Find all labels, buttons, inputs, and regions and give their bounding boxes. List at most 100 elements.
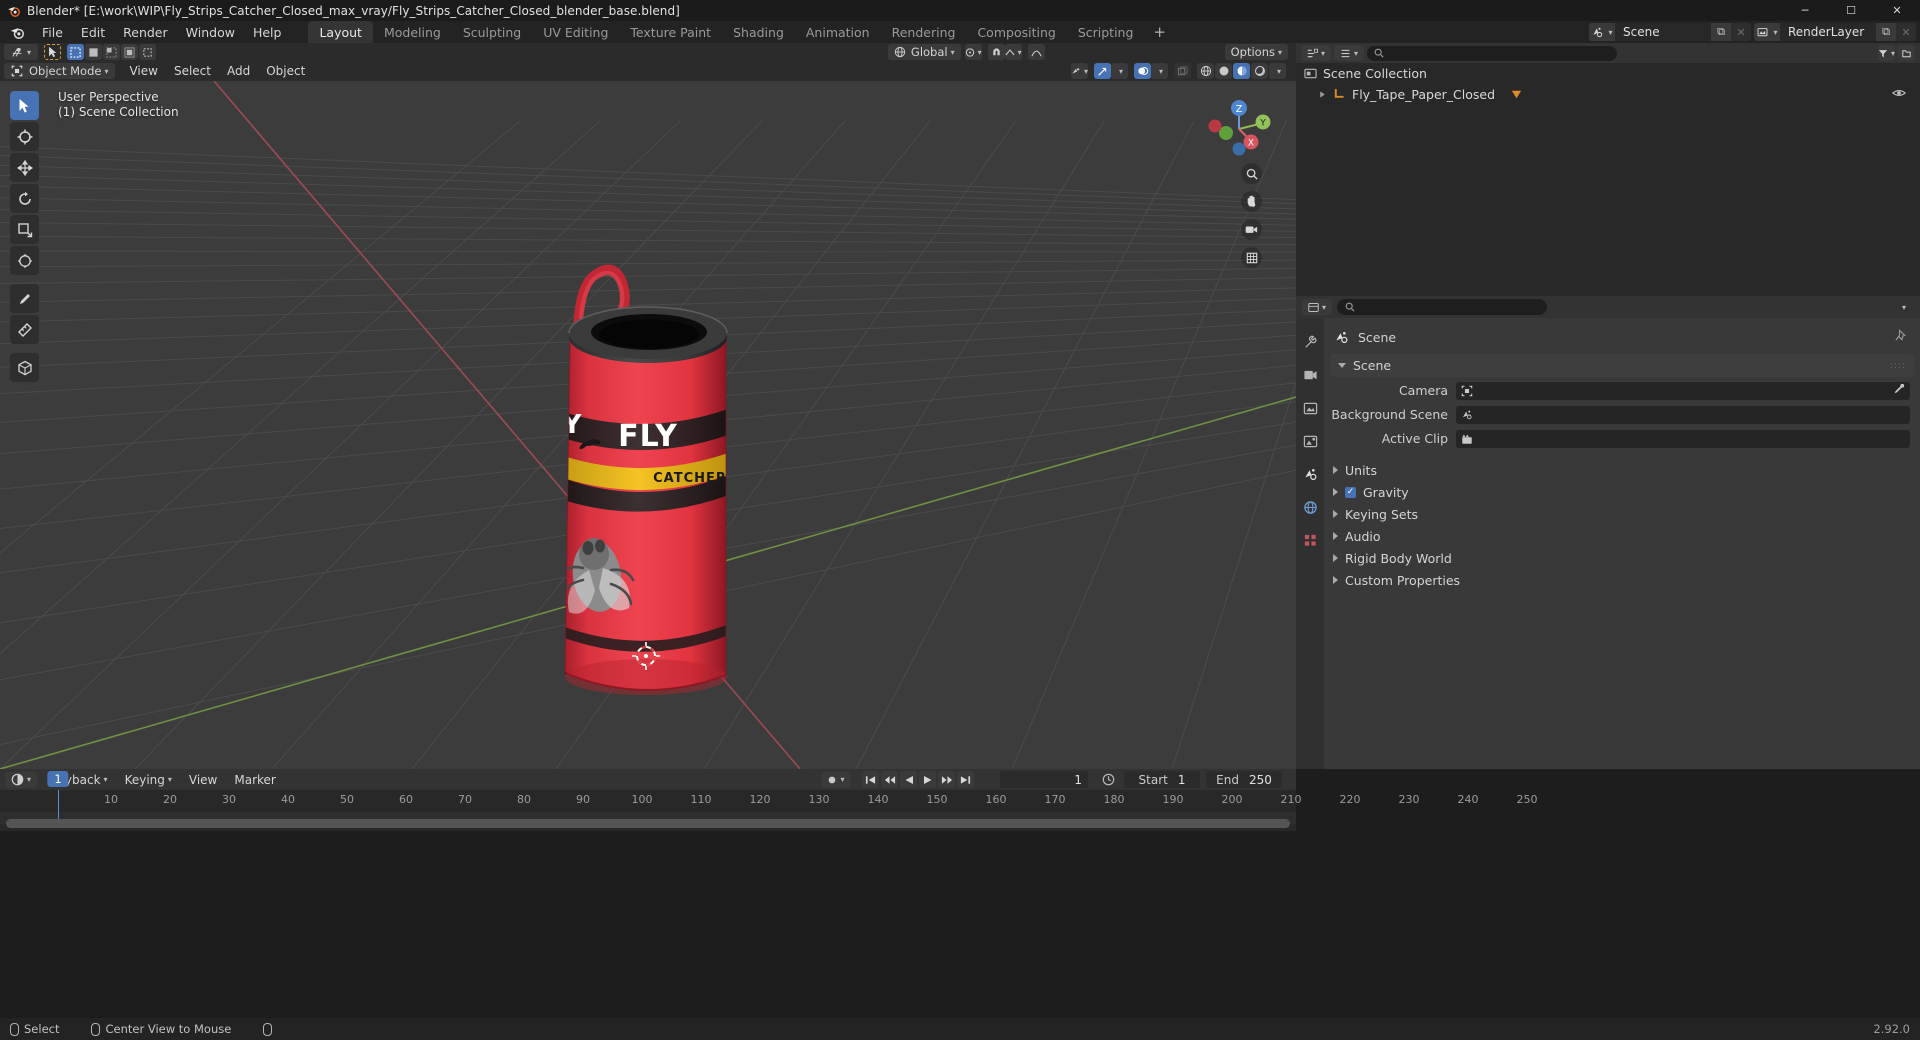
background-scene-field[interactable] [1456,405,1910,424]
minimize-button[interactable]: ─ [1782,0,1828,21]
tweak-tool-button[interactable] [44,44,61,60]
toggle-ortho-icon[interactable] [1241,247,1262,268]
menu-window[interactable]: Window [177,22,244,42]
select-set-button[interactable] [67,44,84,60]
fly-catcher-model[interactable]: FLY CATCHER Y [0,81,1296,769]
timeline-editor-type-button[interactable]: ▾ [5,771,37,788]
properties-tab-world[interactable] [1300,497,1320,517]
panel-gravity[interactable]: ✓ Gravity [1324,481,1920,503]
tab-compositing[interactable]: Compositing [966,21,1066,43]
end-frame-field[interactable]: End 250 [1206,771,1282,788]
properties-editor-type-button[interactable]: ▾ [1302,299,1332,315]
eyedropper-icon[interactable] [1893,383,1905,398]
viewport-menu-object[interactable]: Object [258,63,313,80]
outliner-search-input[interactable] [1367,45,1617,61]
timeline-menu-marker[interactable]: Marker [227,771,282,788]
gizmo-options-button[interactable]: ▾ [1111,63,1128,79]
pan-hand-icon[interactable] [1241,191,1262,212]
overlays-toggle-button[interactable] [1134,63,1151,79]
menu-file[interactable]: File [33,22,72,42]
tab-modeling[interactable]: Modeling [373,21,452,43]
proportional-editing-button[interactable] [1027,44,1045,60]
tab-shading[interactable]: Shading [722,21,795,43]
auto-keying-button[interactable]: ▾ [821,771,851,788]
xray-toggle-button[interactable] [1174,63,1191,79]
tab-scripting[interactable]: Scripting [1067,21,1145,43]
transform-orientation-selector[interactable]: Global ▾ [887,44,961,60]
menu-render[interactable]: Render [114,22,177,42]
outliner-display-mode-button[interactable]: ▾ [1334,45,1364,61]
remove-viewlayer-button[interactable]: ✕ [1896,23,1916,41]
play-button[interactable] [919,771,936,788]
material-preview-shading-button[interactable] [1233,63,1250,79]
menu-help[interactable]: Help [244,22,291,42]
viewport-options-button[interactable]: Options ▾ [1224,44,1288,60]
tool-select-box[interactable] [10,91,39,120]
close-button[interactable]: ✕ [1874,0,1920,21]
outliner-row-fly-tape-paper-closed[interactable]: Fly_Tape_Paper_Closed [1296,84,1920,105]
tool-annotate[interactable] [10,284,39,313]
panel-header-scene[interactable]: Scene :::: [1330,354,1914,377]
jump-to-start-button[interactable] [862,771,879,788]
viewlayer-name[interactable]: RenderLayer [1780,23,1876,41]
viewport-menu-add[interactable]: Add [219,63,258,80]
zoom-icon[interactable] [1241,163,1262,184]
blender-menu-icon[interactable] [9,25,26,40]
editor-type-selector[interactable]: ▾ [4,44,38,60]
shading-options-button[interactable]: ▾ [1269,63,1286,79]
outliner-editor-type-button[interactable]: ▾ [1301,45,1331,61]
camera-view-icon[interactable] [1241,219,1262,240]
expand-triangle-icon[interactable] [1318,90,1327,99]
prev-keyframe-button[interactable] [881,771,898,788]
scene-selector[interactable]: ▾ Scene ⧉ ✕ [1589,23,1751,41]
tab-sculpting[interactable]: Sculpting [452,21,532,43]
new-viewlayer-button[interactable]: ⧉ [1876,23,1896,41]
tool-scale[interactable] [10,215,39,244]
viewlayer-icon[interactable]: ▾ [1754,23,1780,41]
tool-move[interactable] [10,153,39,182]
tab-animation[interactable]: Animation [795,21,881,43]
properties-tab-output[interactable] [1300,398,1320,418]
select-extend-button[interactable] [85,44,102,60]
tool-rotate[interactable] [10,184,39,213]
solid-shading-button[interactable] [1215,63,1232,79]
maximize-button[interactable]: ☐ [1828,0,1874,21]
select-intersect-button[interactable] [139,44,156,60]
panel-keying-sets[interactable]: Keying Sets [1324,503,1920,525]
tool-transform[interactable] [10,246,39,275]
viewlayer-selector[interactable]: ▾ RenderLayer ⧉ ✕ [1754,23,1916,41]
tab-uv-editing[interactable]: UV Editing [532,21,619,43]
properties-tab-texture[interactable] [1300,530,1320,550]
viewport-menu-view[interactable]: View [121,63,165,80]
timeline-scrollbar[interactable] [6,819,1290,828]
rendered-shading-button[interactable] [1251,63,1268,79]
unlink-scene-button[interactable]: ✕ [1731,23,1751,41]
menu-edit[interactable]: Edit [72,22,114,42]
snap-target-button[interactable]: ▾ [964,44,982,60]
tool-measure[interactable] [10,315,39,344]
properties-search-input[interactable] [1337,299,1547,315]
properties-tab-tool[interactable] [1300,332,1320,352]
gizmo-toggle-button[interactable] [1094,63,1111,79]
tab-rendering[interactable]: Rendering [881,21,967,43]
tab-layout[interactable]: Layout [308,21,373,43]
select-invert-button[interactable] [121,44,138,60]
chevron-down-icon[interactable]: ▾ [1902,303,1906,312]
navigation-gizmo[interactable]: Z Y X [1206,96,1272,162]
properties-tab-scene[interactable] [1300,464,1320,484]
active-clip-field[interactable] [1456,429,1910,448]
outliner-new-collection-button[interactable] [1898,45,1915,61]
object-visibility-button[interactable]: ▾ [1071,63,1088,79]
snap-magnet-button[interactable] [987,44,1005,60]
timeline-menu-view[interactable]: View [182,771,224,788]
scene-name[interactable]: Scene [1615,23,1711,41]
next-keyframe-button[interactable] [938,771,955,788]
select-subtract-button[interactable] [103,44,120,60]
jump-to-end-button[interactable] [957,771,974,788]
tab-texture-paint[interactable]: Texture Paint [619,21,722,43]
outliner-row-scene-collection[interactable]: Scene Collection [1296,63,1920,84]
timeline-ruler[interactable]: 10 20 30 40 50 60 70 80 90 100 110 120 1… [0,790,1538,812]
timeline-menu-keying[interactable]: Keying ▾ [118,771,179,788]
new-scene-button[interactable]: ⧉ [1711,23,1731,41]
snap-settings-button[interactable]: ▾ [1004,44,1022,60]
